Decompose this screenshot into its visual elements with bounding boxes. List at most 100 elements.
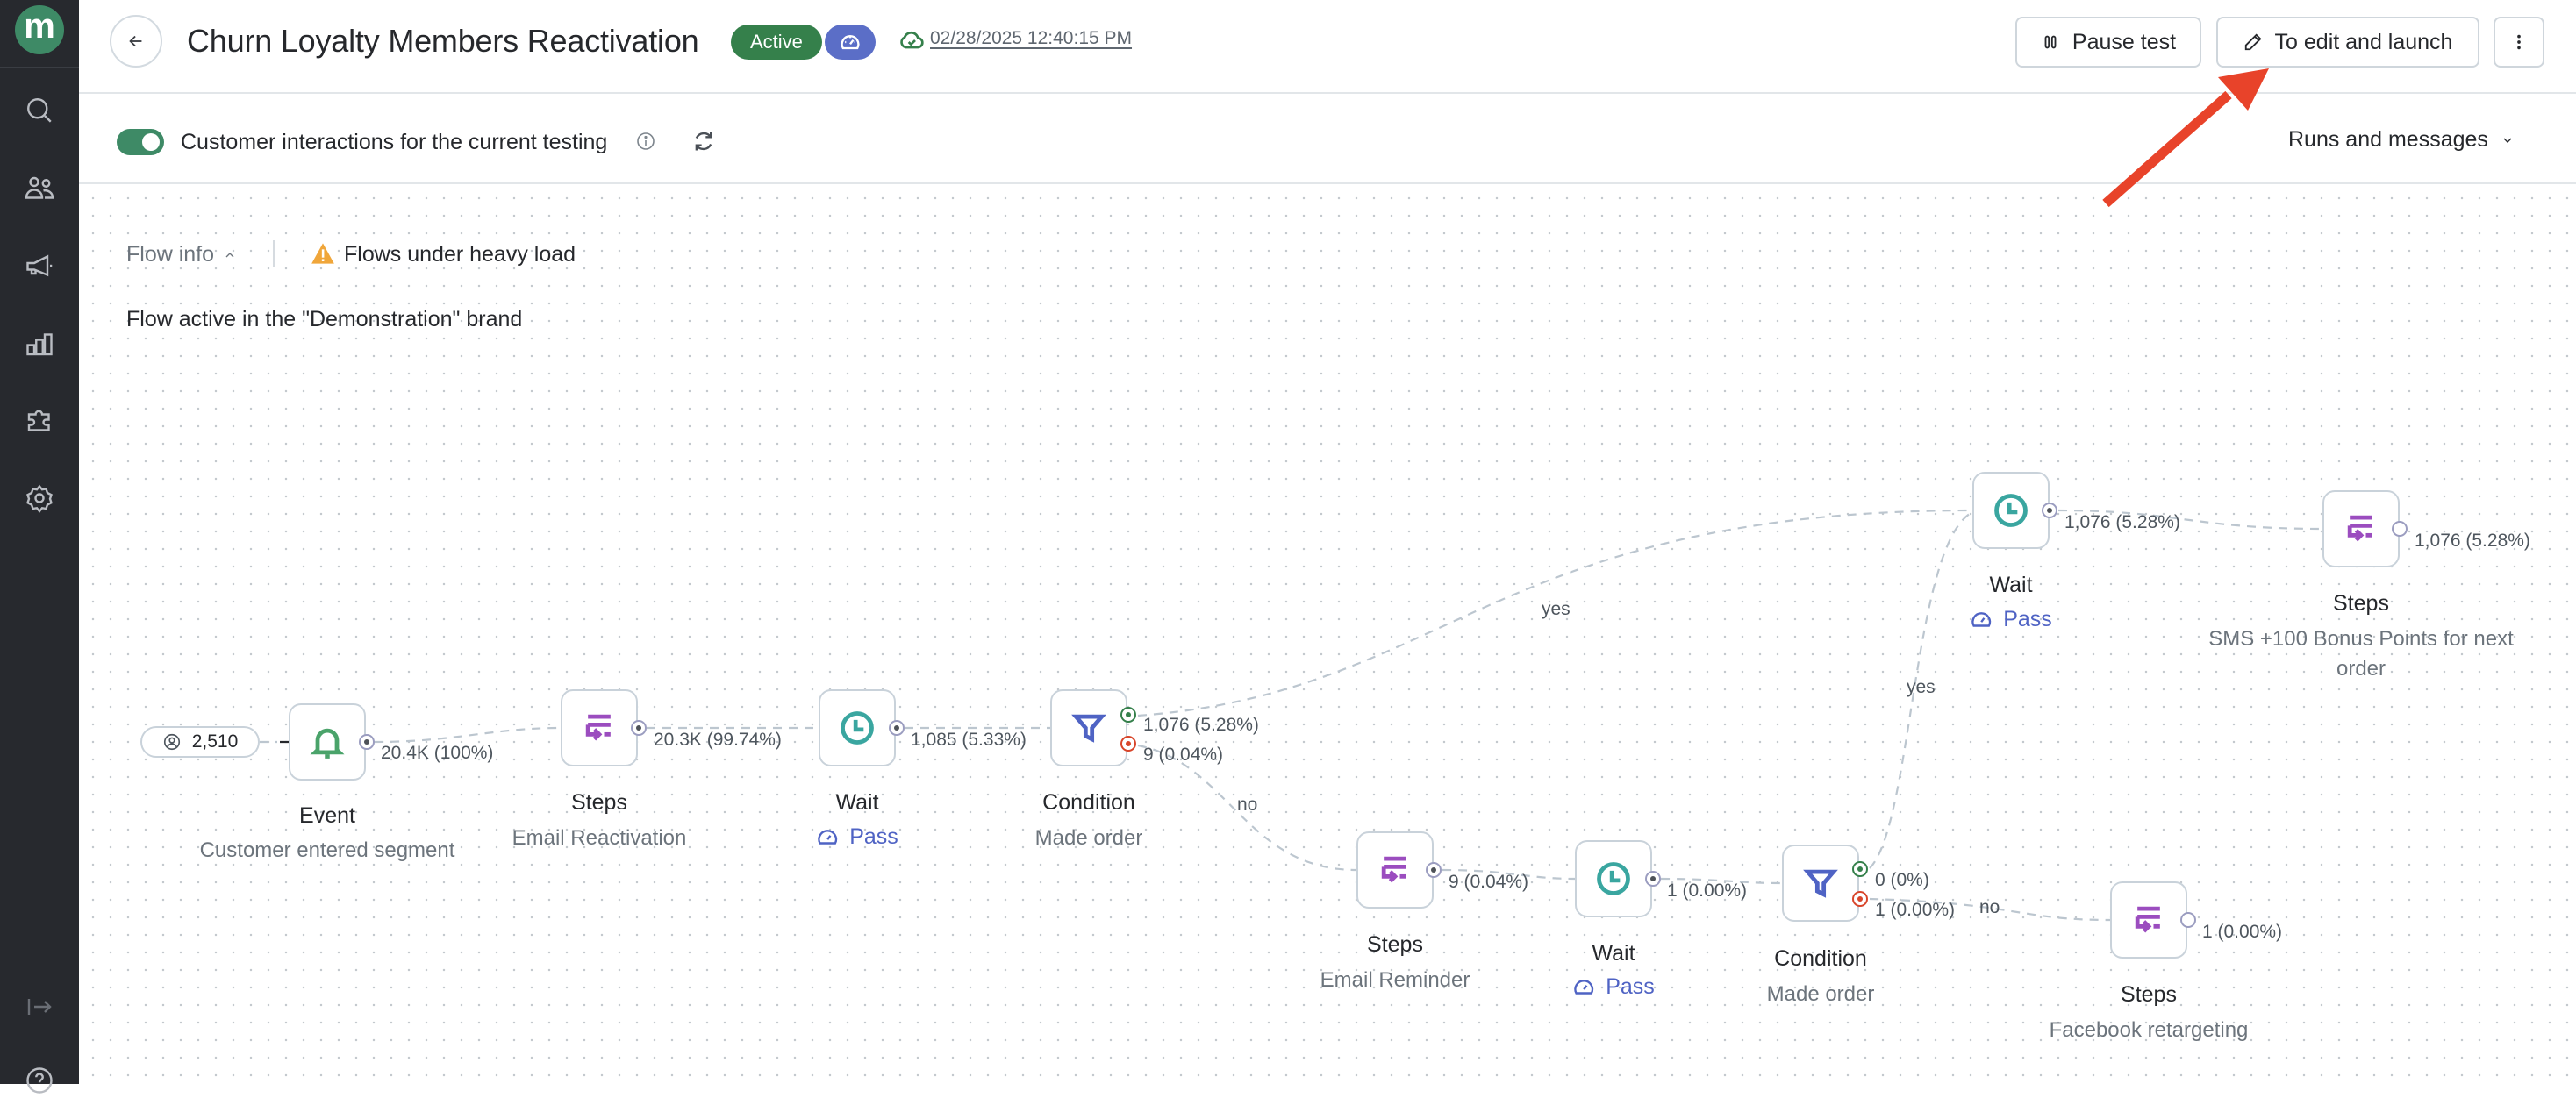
node-steps-reactivation[interactable] <box>561 689 638 766</box>
steps-icon <box>2347 515 2372 542</box>
speedometer-icon <box>841 34 860 50</box>
entry-count: 2,510 <box>191 731 239 752</box>
node-wait-2-output-port[interactable] <box>2042 503 2057 518</box>
speedometer-icon <box>1574 979 1594 995</box>
node-wait-1-count: 1,085 (5.33%) <box>911 730 1027 750</box>
runs-and-messages-label: Runs and messages <box>2288 127 2488 152</box>
node-condition-2[interactable] <box>1782 845 1859 922</box>
node-wait-1-status-label: Pass <box>849 824 898 849</box>
node-wait-3-status-label: Pass <box>1606 974 1655 999</box>
customer-interactions-label: Customer interactions for the current te… <box>181 130 608 154</box>
bell-icon <box>310 728 345 759</box>
brand-info-text: Flow active in the "Demonstration" brand <box>126 307 523 332</box>
node-steps-reactivation-count: 20.3K (99.74%) <box>654 730 782 750</box>
sidebar-expand-button[interactable] <box>22 989 57 1024</box>
node-wait-2-title: Wait <box>1989 573 2033 597</box>
node-wait-2[interactable] <box>1972 472 2050 549</box>
node-wait-1-title: Wait <box>835 790 879 815</box>
node-wait-2-status-label: Pass <box>2003 607 2052 631</box>
sidebar-help-button[interactable] <box>22 1063 57 1098</box>
flow-info-label: Flow info <box>126 242 215 267</box>
node-steps-sms-output-port[interactable] <box>2392 521 2408 537</box>
node-condition-1[interactable] <box>1050 689 1127 766</box>
sidebar-item-settings[interactable] <box>22 481 57 516</box>
steps-icon <box>1381 856 1406 883</box>
sidebar-item-customers[interactable] <box>22 171 57 206</box>
customer-interactions-toggle[interactable] <box>117 129 164 155</box>
app-logo[interactable]: m <box>15 5 64 54</box>
node-steps-facebook-subtitle: Facebook retargeting <box>2049 1018 2249 1042</box>
node-steps-facebook-count: 1 (0.00%) <box>2202 922 2283 942</box>
help-icon <box>26 1067 53 1094</box>
divider <box>273 240 275 267</box>
sidebar-item-search[interactable] <box>22 93 57 128</box>
sidebar-item-integrations[interactable] <box>22 403 57 438</box>
clock-icon <box>1994 494 2028 527</box>
back-button[interactable] <box>110 15 162 68</box>
flow-info-toggle[interactable]: Flow info <box>126 242 237 267</box>
node-wait-3-output-port[interactable] <box>1645 871 1661 887</box>
cloud-saved-icon <box>898 26 926 54</box>
edit-and-launch-button[interactable]: To edit and launch <box>2216 17 2479 68</box>
sidebar-divider <box>0 67 79 68</box>
filter-icon <box>1071 714 1106 743</box>
megaphone-icon <box>26 254 53 277</box>
heavy-load-warning[interactable]: Flows under heavy load <box>344 242 576 267</box>
node-event-title: Event <box>299 803 355 828</box>
node-steps-reactivation-subtitle: Email Reactivation <box>512 826 687 850</box>
refresh-button[interactable] <box>691 129 716 153</box>
steps-icon <box>2135 906 2160 933</box>
sidebar-item-analytics[interactable] <box>22 326 57 361</box>
node-wait-2-status[interactable]: Pass <box>1970 607 2052 632</box>
node-steps-sms[interactable] <box>2322 490 2400 567</box>
kebab-menu-icon <box>2517 34 2521 50</box>
node-condition-2-title: Condition <box>1774 946 1867 971</box>
sidebar-item-campaigns[interactable] <box>22 248 57 283</box>
info-icon[interactable] <box>635 131 656 152</box>
speed-mode-badge[interactable] <box>825 25 876 60</box>
node-event-output-port[interactable] <box>359 734 375 750</box>
user-circle-icon <box>163 733 180 751</box>
node-wait-1-output-port[interactable] <box>889 720 905 736</box>
edge-label-no: no <box>1237 795 1258 815</box>
node-condition-1-yes-port[interactable] <box>1120 707 1136 723</box>
edge-label-yes: yes <box>1542 599 1571 619</box>
node-wait-3[interactable] <box>1575 840 1652 917</box>
node-wait-3-count: 1 (0.00%) <box>1667 881 1748 901</box>
node-steps-reminder[interactable] <box>1356 831 1434 909</box>
runs-and-messages-dropdown[interactable]: Runs and messages <box>2288 127 2515 153</box>
sidebar: m <box>0 0 79 1094</box>
node-wait-3-title: Wait <box>1592 941 1635 966</box>
edit-and-launch-label: To edit and launch <box>2274 29 2453 54</box>
node-condition-1-subtitle: Made order <box>1034 826 1143 850</box>
node-condition-2-yes-port[interactable] <box>1852 861 1868 877</box>
node-steps-sms-count: 1,076 (5.28%) <box>2415 531 2530 551</box>
node-steps-reminder-output-port[interactable] <box>1426 862 1442 878</box>
node-condition-1-no-port[interactable] <box>1120 736 1136 752</box>
page-title: Churn Loyalty Members Reactivation <box>187 23 699 59</box>
node-event[interactable] <box>289 703 366 781</box>
node-steps-sms-subtitle: SMS +100 Bonus Points for next order <box>2208 627 2514 681</box>
node-wait-1-status[interactable]: Pass <box>816 824 898 850</box>
last-saved-timestamp[interactable]: 02/28/2025 12:40:15 PM <box>930 28 1132 49</box>
clock-icon <box>1597 862 1630 895</box>
entry-counter-pill[interactable]: 2,510 <box>140 726 260 758</box>
chevron-down-icon <box>2503 138 2512 143</box>
pause-test-button[interactable]: Pause test <box>2015 17 2201 68</box>
more-options-button[interactable] <box>2494 17 2544 68</box>
node-wait-1[interactable] <box>819 689 896 766</box>
steps-icon <box>585 714 611 741</box>
node-condition-1-yes-count: 1,076 (5.28%) <box>1143 715 1259 735</box>
node-condition-1-no-count: 9 (0.04%) <box>1143 745 1224 765</box>
node-wait-2-count: 1,076 (5.28%) <box>2064 512 2180 532</box>
node-steps-reactivation-output-port[interactable] <box>631 720 647 736</box>
node-condition-2-no-port[interactable] <box>1852 891 1868 907</box>
puzzle-icon <box>27 410 50 431</box>
status-badge: Active <box>731 25 822 60</box>
node-wait-3-status[interactable]: Pass <box>1572 974 1655 1000</box>
node-steps-facebook-output-port[interactable] <box>2180 912 2196 928</box>
node-event-subtitle: Customer entered segment <box>199 838 455 862</box>
search-icon <box>27 98 52 123</box>
node-steps-facebook[interactable] <box>2110 881 2187 959</box>
pause-test-label: Pause test <box>2072 29 2177 54</box>
